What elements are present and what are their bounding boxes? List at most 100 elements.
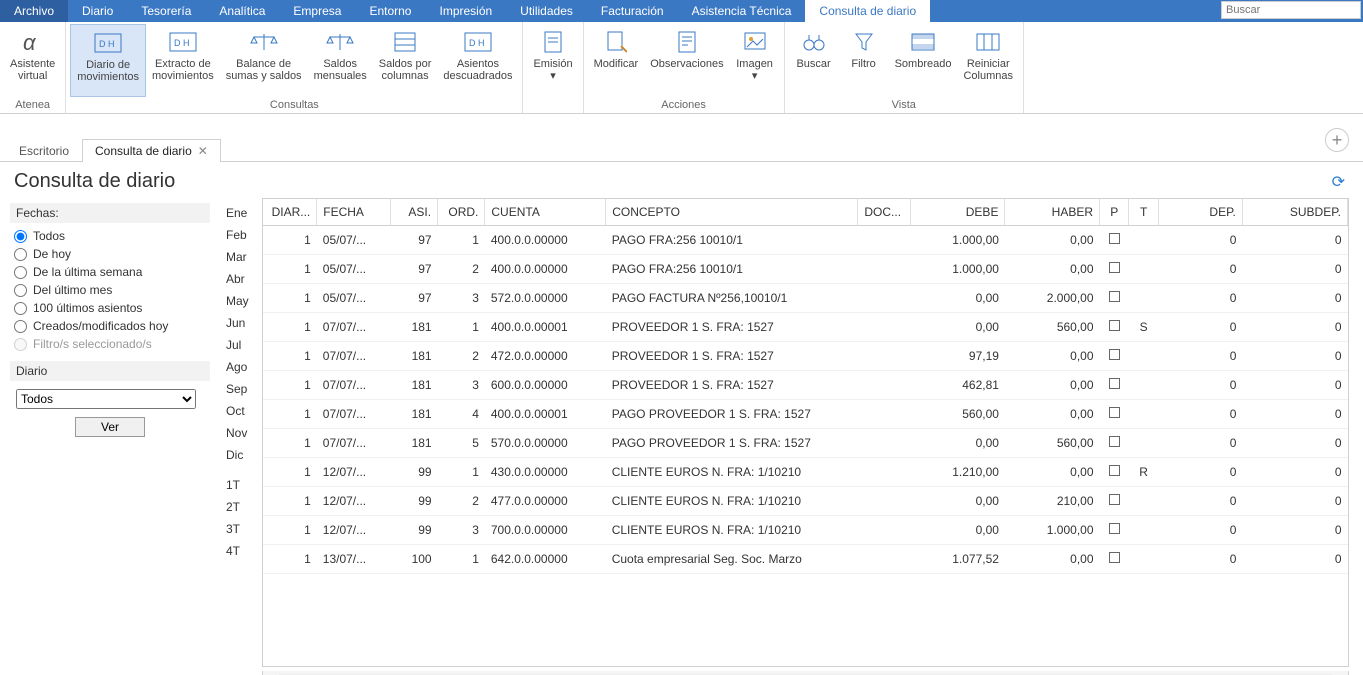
ribbon-saldos-mensuales[interactable]: Saldos mensuales bbox=[308, 24, 373, 97]
fechas-option-0[interactable]: Todos bbox=[10, 227, 210, 245]
checkbox-icon[interactable] bbox=[1109, 262, 1120, 273]
menu-consulta-de-diario[interactable]: Consulta de diario bbox=[805, 0, 930, 22]
dh3-icon: D H bbox=[462, 28, 494, 56]
col-header[interactable]: DEBE bbox=[910, 199, 1005, 226]
col-header[interactable]: P bbox=[1100, 199, 1129, 226]
col-header[interactable]: DOC... bbox=[858, 199, 911, 226]
tab-escritorio[interactable]: Escritorio bbox=[6, 139, 82, 162]
table-row[interactable]: 105/07/...972400.0.0.00000PAGO FRA:256 1… bbox=[263, 255, 1348, 284]
ribbon-saldos-columnas[interactable]: Saldos por columnas bbox=[373, 24, 438, 97]
menu-entorno[interactable]: Entorno bbox=[355, 0, 425, 22]
col-header[interactable]: CONCEPTO bbox=[606, 199, 858, 226]
table-row[interactable]: 107/07/...1812472.0.0.00000PROVEEDOR 1 S… bbox=[263, 342, 1348, 371]
ribbon-extracto-movimientos[interactable]: D HExtracto de movimientos bbox=[146, 24, 220, 97]
menu-utilidades[interactable]: Utilidades bbox=[506, 0, 587, 22]
menu-facturación[interactable]: Facturación bbox=[587, 0, 678, 22]
tab-consulta-de-diario[interactable]: Consulta de diario✕ bbox=[82, 139, 221, 162]
col-header[interactable]: DEP. bbox=[1158, 199, 1242, 226]
ribbon-observaciones[interactable]: Observaciones bbox=[644, 24, 729, 97]
checkbox-icon[interactable] bbox=[1109, 465, 1120, 476]
col-header[interactable]: ASI. bbox=[390, 199, 437, 226]
table-row[interactable]: 107/07/...1813600.0.0.00000PROVEEDOR 1 S… bbox=[263, 371, 1348, 400]
table-row[interactable]: 105/07/...973572.0.0.00000PAGO FACTURA N… bbox=[263, 284, 1348, 313]
month-dic[interactable]: Dic bbox=[220, 444, 262, 466]
fechas-option-5[interactable]: Creados/modificados hoy bbox=[10, 317, 210, 335]
checkbox-icon[interactable] bbox=[1109, 320, 1120, 331]
col-header[interactable]: DIAR... bbox=[263, 199, 317, 226]
scroll-right-icon[interactable]: > bbox=[1332, 672, 1348, 675]
ribbon-sombreado[interactable]: Sombreado bbox=[889, 24, 958, 97]
month-abr[interactable]: Abr bbox=[220, 268, 262, 290]
add-tab-button[interactable]: + bbox=[1325, 128, 1349, 152]
menu-empresa[interactable]: Empresa bbox=[279, 0, 355, 22]
ribbon-imagen[interactable]: Imagen ▾ bbox=[730, 24, 780, 97]
checkbox-icon[interactable] bbox=[1109, 349, 1120, 360]
menu-asistencia-técnica[interactable]: Asistencia Técnica bbox=[678, 0, 806, 22]
month-sep[interactable]: Sep bbox=[220, 378, 262, 400]
menu-diario[interactable]: Diario bbox=[68, 0, 127, 22]
ribbon-buscar[interactable]: Buscar bbox=[789, 24, 839, 97]
refresh-icon[interactable]: ⟳ bbox=[1332, 172, 1345, 192]
month-ene[interactable]: Ene bbox=[220, 202, 262, 224]
ribbon-reiniciar-columnas[interactable]: Reiniciar Columnas bbox=[957, 24, 1019, 97]
fechas-option-4[interactable]: 100 últimos asientos bbox=[10, 299, 210, 317]
checkbox-icon[interactable] bbox=[1109, 407, 1120, 418]
ribbon-diario-movimientos[interactable]: D HDiario de movimientos bbox=[70, 24, 146, 97]
month-1t[interactable]: 1T bbox=[220, 474, 262, 496]
checkbox-icon[interactable] bbox=[1109, 523, 1120, 534]
col-header[interactable]: FECHA bbox=[317, 199, 391, 226]
month-4t[interactable]: 4T bbox=[220, 540, 262, 562]
data-grid[interactable]: DIAR...FECHAASI.ORD.CUENTACONCEPTODOC...… bbox=[262, 198, 1349, 667]
dh2-icon: D H bbox=[167, 28, 199, 56]
close-icon[interactable]: ✕ bbox=[198, 144, 208, 158]
grid-area: ⟳ DIAR...FECHAASI.ORD.CUENTACONCEPTODOC.… bbox=[262, 162, 1363, 675]
menu-archivo[interactable]: Archivo bbox=[0, 0, 68, 22]
ver-button[interactable]: Ver bbox=[75, 417, 145, 437]
fechas-option-3[interactable]: Del último mes bbox=[10, 281, 210, 299]
month-nov[interactable]: Nov bbox=[220, 422, 262, 444]
checkbox-icon[interactable] bbox=[1109, 233, 1120, 244]
scroll-left-icon[interactable]: < bbox=[263, 672, 279, 675]
table-row[interactable]: 112/07/...993700.0.0.00000CLIENTE EUROS … bbox=[263, 516, 1348, 545]
menu-analítica[interactable]: Analítica bbox=[205, 0, 279, 22]
menu-impresión[interactable]: Impresión bbox=[425, 0, 506, 22]
col-header[interactable]: CUENTA bbox=[485, 199, 606, 226]
month-ago[interactable]: Ago bbox=[220, 356, 262, 378]
checkbox-icon[interactable] bbox=[1109, 494, 1120, 505]
table-row[interactable]: 113/07/...1001642.0.0.00000Cuota empresa… bbox=[263, 545, 1348, 574]
month-feb[interactable]: Feb bbox=[220, 224, 262, 246]
col-header[interactable]: T bbox=[1129, 199, 1158, 226]
month-mar[interactable]: Mar bbox=[220, 246, 262, 268]
checkbox-icon[interactable] bbox=[1109, 378, 1120, 389]
horizontal-scrollbar[interactable]: < > bbox=[262, 671, 1349, 675]
menu-tesorería[interactable]: Tesorería bbox=[127, 0, 205, 22]
search-input[interactable] bbox=[1221, 1, 1361, 19]
checkbox-icon[interactable] bbox=[1109, 436, 1120, 447]
col-header[interactable]: ORD. bbox=[438, 199, 485, 226]
fechas-option-1[interactable]: De hoy bbox=[10, 245, 210, 263]
ribbon-balance-sumas[interactable]: Balance de sumas y saldos bbox=[220, 24, 308, 97]
ribbon-asistente-virtual[interactable]: αAsistente virtual bbox=[4, 24, 61, 97]
month-jun[interactable]: Jun bbox=[220, 312, 262, 334]
month-3t[interactable]: 3T bbox=[220, 518, 262, 540]
checkbox-icon[interactable] bbox=[1109, 552, 1120, 563]
table-row[interactable]: 112/07/...992477.0.0.00000CLIENTE EUROS … bbox=[263, 487, 1348, 516]
ribbon-filtro[interactable]: Filtro bbox=[839, 24, 889, 97]
month-jul[interactable]: Jul bbox=[220, 334, 262, 356]
month-oct[interactable]: Oct bbox=[220, 400, 262, 422]
table-row[interactable]: 107/07/...1815570.0.0.00000PAGO PROVEEDO… bbox=[263, 429, 1348, 458]
col-header[interactable]: HABER bbox=[1005, 199, 1100, 226]
fechas-option-2[interactable]: De la última semana bbox=[10, 263, 210, 281]
ribbon-emision[interactable]: Emisión ▾ bbox=[527, 24, 578, 109]
ribbon-modificar[interactable]: Modificar bbox=[588, 24, 645, 97]
month-2t[interactable]: 2T bbox=[220, 496, 262, 518]
table-row[interactable]: 105/07/...971400.0.0.00000PAGO FRA:256 1… bbox=[263, 226, 1348, 255]
col-header[interactable]: SUBDEP. bbox=[1242, 199, 1347, 226]
table-row[interactable]: 112/07/...991430.0.0.00000CLIENTE EUROS … bbox=[263, 458, 1348, 487]
checkbox-icon[interactable] bbox=[1109, 291, 1120, 302]
table-row[interactable]: 107/07/...1814400.0.0.00001PAGO PROVEEDO… bbox=[263, 400, 1348, 429]
ribbon-asientos-descuadrados[interactable]: D HAsientos descuadrados bbox=[437, 24, 518, 97]
month-may[interactable]: May bbox=[220, 290, 262, 312]
table-row[interactable]: 107/07/...1811400.0.0.00001PROVEEDOR 1 S… bbox=[263, 313, 1348, 342]
diario-select[interactable]: Todos bbox=[16, 389, 196, 409]
